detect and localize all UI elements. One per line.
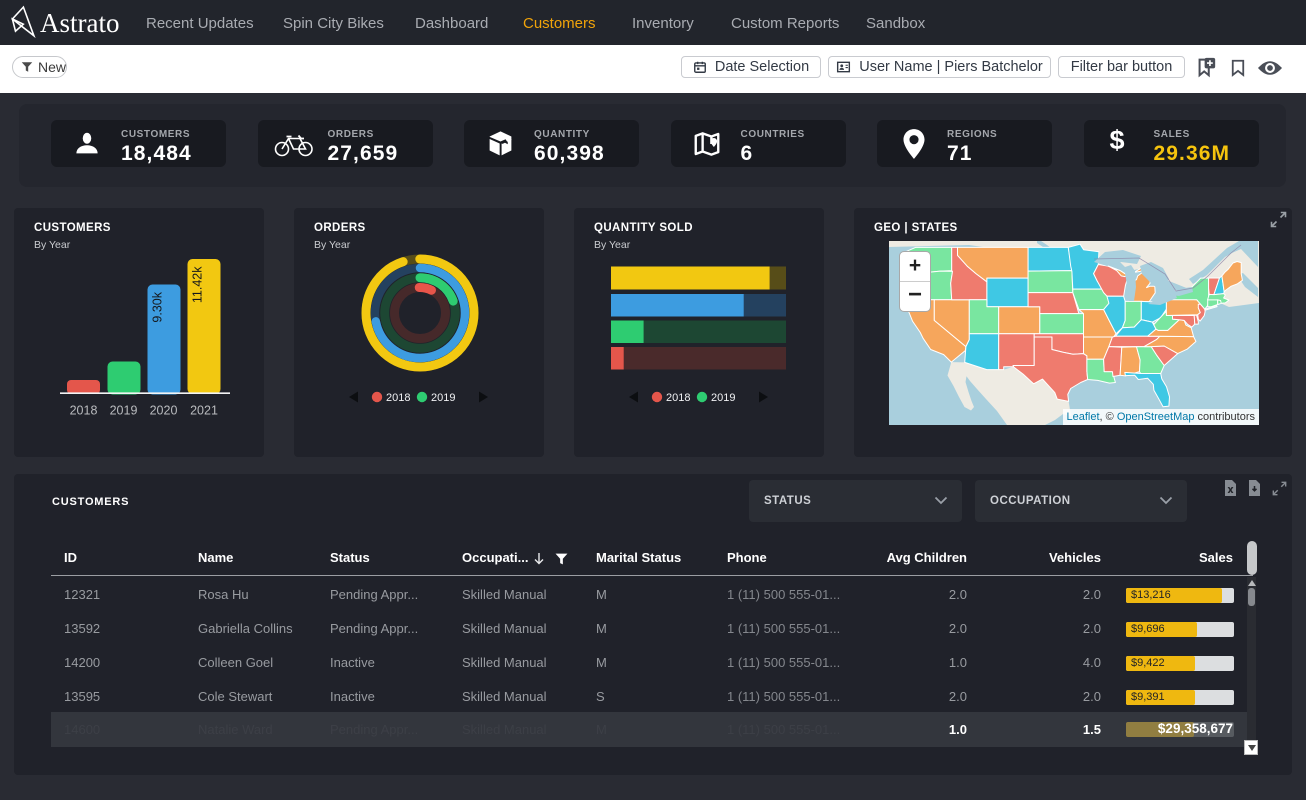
svg-text:2019: 2019 — [110, 404, 138, 418]
svg-text:2018: 2018 — [666, 392, 690, 404]
svg-text:2019: 2019 — [431, 392, 455, 404]
svg-text:2020: 2020 — [150, 404, 178, 418]
svg-text:2019: 2019 — [711, 392, 735, 404]
svg-text:2021: 2021 — [190, 404, 218, 418]
svg-text:11.42k: 11.42k — [191, 266, 205, 303]
svg-text:2018: 2018 — [386, 392, 410, 404]
svg-text:2018: 2018 — [70, 404, 98, 418]
svg-text:9.30k: 9.30k — [151, 291, 165, 322]
